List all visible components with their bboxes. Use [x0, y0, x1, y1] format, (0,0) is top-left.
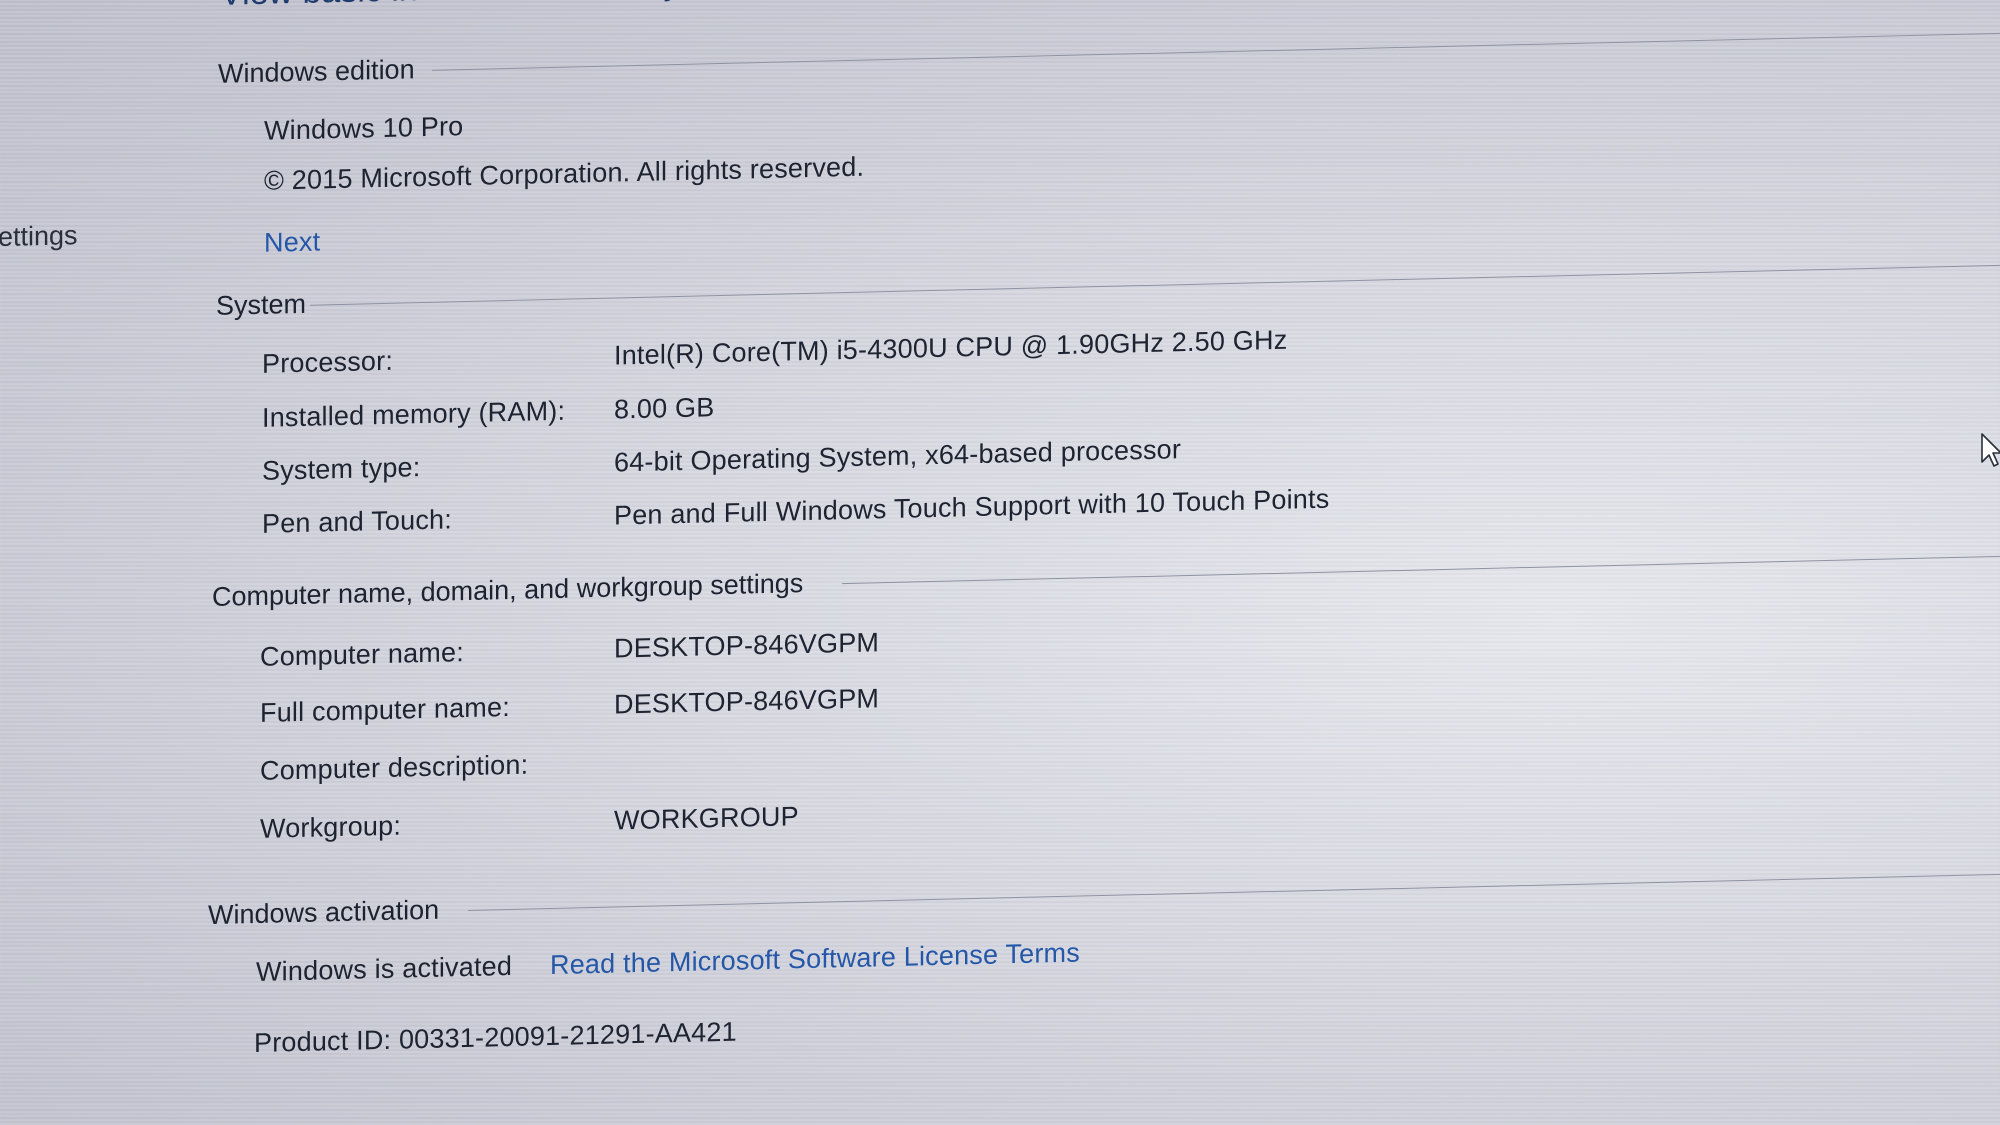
page-title: View basic information about your comput…: [220, 0, 881, 14]
section-header-windows-activation: Windows activation: [208, 894, 440, 931]
workgroup-value: WORKGROUP: [614, 801, 799, 836]
next-link[interactable]: Next: [264, 226, 320, 258]
copyright-text: © 2015 Microsoft Corporation. All rights…: [264, 151, 865, 196]
section-header-computer-name: Computer name, domain, and workgroup set…: [212, 568, 804, 613]
computer-name-value: DESKTOP-846VGPM: [614, 627, 880, 664]
section-header-windows-edition: Windows edition: [218, 54, 415, 89]
computer-name-label: Computer name:: [260, 637, 464, 672]
license-terms-link[interactable]: Read the Microsoft Software License Term…: [550, 938, 1080, 981]
ram-label: Installed memory (RAM):: [262, 395, 566, 433]
computer-description-label: Computer description:: [260, 749, 529, 786]
workgroup-label: Workgroup:: [260, 810, 402, 844]
section-header-system: System: [216, 288, 307, 321]
system-type-value: 64-bit Operating System, x64-based proce…: [614, 434, 1182, 478]
product-id: Product ID: 00331-20091-21291-AA421: [254, 1016, 737, 1059]
full-computer-name-value: DESKTOP-846VGPM: [614, 683, 880, 720]
processor-value: Intel(R) Core(TM) i5-4300U CPU @ 1.90GHz…: [614, 324, 1288, 371]
system-properties-panel: View basic information about your comput…: [0, 0, 2000, 1125]
section-divider: [310, 264, 2000, 306]
section-divider: [468, 873, 2000, 911]
sidebar-item-settings[interactable]: ettings: [0, 220, 78, 253]
pen-touch-label: Pen and Touch:: [262, 504, 452, 539]
edition-name: Windows 10 Pro: [264, 111, 464, 146]
ram-value: 8.00 GB: [614, 392, 715, 425]
processor-label: Processor:: [262, 345, 394, 379]
pen-touch-value: Pen and Full Windows Touch Support with …: [614, 483, 1330, 531]
system-type-label: System type:: [262, 452, 421, 486]
section-divider: [842, 554, 2000, 585]
activation-status: Windows is activated: [256, 950, 513, 987]
full-computer-name-label: Full computer name:: [260, 691, 510, 728]
section-divider: [432, 32, 2000, 71]
mouse-pointer-icon: [1981, 433, 2000, 467]
